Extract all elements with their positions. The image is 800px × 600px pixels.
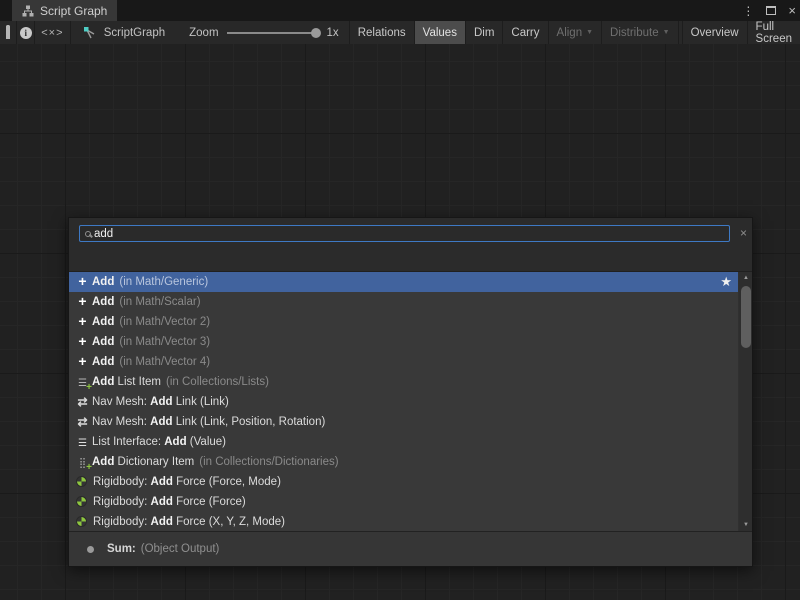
graph-breadcrumb[interactable]: ScriptGraph <box>71 21 179 44</box>
list-item[interactable]: Add(in Math/Vector 2) <box>69 312 738 332</box>
nav-mesh-icon <box>75 396 90 410</box>
window-menu-icon[interactable]: ⋮ <box>742 4 754 18</box>
script-graph-icon <box>83 26 97 39</box>
fullscreen-button[interactable]: Full Screen <box>748 21 800 44</box>
list-item[interactable]: Add Dictionary Item(in Collections/Dicti… <box>69 452 738 472</box>
nav-mesh-icon <box>75 416 90 430</box>
window-tab-bar: Script Graph ⋮ × <box>0 0 800 21</box>
favorite-star-icon[interactable]: ★ <box>720 272 732 292</box>
add-list-item-icon <box>75 378 90 390</box>
overview-button[interactable]: Overview <box>683 21 748 44</box>
zoom-control: Zoom 1x <box>179 21 349 44</box>
close-icon[interactable]: × <box>788 4 796 17</box>
values-button[interactable]: Values <box>415 21 466 44</box>
graph-hierarchy-icon <box>22 5 34 17</box>
list-item[interactable]: Add(in Math/Vector 3) <box>69 332 738 352</box>
list-item[interactable]: Add(in Math/Vector 4) <box>69 352 738 372</box>
add-icon <box>75 334 90 350</box>
info-button[interactable]: i <box>17 21 34 44</box>
list-item[interactable]: Nav Mesh: Add Link (Link) <box>69 392 738 412</box>
relations-button[interactable]: Relations <box>349 21 415 44</box>
carry-button[interactable]: Carry <box>503 21 548 44</box>
list-item[interactable]: Rigidbody: Add Force (Force, Mode) <box>69 472 738 492</box>
footer-output-name: Sum: <box>107 543 136 555</box>
chevron-down-icon: ▼ <box>586 29 593 36</box>
add-icon <box>75 274 90 290</box>
scroll-up-icon[interactable]: ▲ <box>739 272 753 284</box>
clear-search-icon[interactable]: × <box>740 227 747 239</box>
search-zone: × Search <box>69 218 752 271</box>
list-item[interactable]: List Interface: Add (Value) <box>69 432 738 452</box>
zoom-label: Zoom <box>189 27 218 39</box>
rigidbody-icon <box>76 476 87 487</box>
add-dictionary-item-icon <box>75 458 90 470</box>
list-icon <box>75 438 90 450</box>
list-item[interactable]: Rigidbody: Add Force (Force) <box>69 492 738 512</box>
zoom-slider-thumb[interactable] <box>311 28 321 38</box>
graph-toolbar: i <×> ScriptGraph Zoom 1x Relations Valu… <box>0 21 800 44</box>
distribute-button[interactable]: Distribute ▼ <box>602 21 679 44</box>
search-icon <box>85 231 91 237</box>
code-preview-button[interactable]: <×> <box>35 21 71 44</box>
zoom-slider[interactable] <box>227 32 319 34</box>
graph-name-label: ScriptGraph <box>104 27 165 39</box>
chevron-down-icon: ▼ <box>663 29 670 36</box>
lock-icon <box>6 27 10 39</box>
rigidbody-icon <box>76 516 87 527</box>
output-dot-icon <box>87 546 94 553</box>
list-item[interactable]: Rigidbody: Add Force (X, Y, Z, Mode) <box>69 512 738 531</box>
add-icon <box>75 314 90 330</box>
list-item[interactable]: Add(in Math/Scalar) <box>69 292 738 312</box>
code-icon: <×> <box>41 27 63 39</box>
maximize-icon[interactable] <box>766 6 776 15</box>
dim-button[interactable]: Dim <box>466 21 503 44</box>
info-icon: i <box>20 27 32 39</box>
search-input[interactable] <box>94 226 725 241</box>
list-item[interactable]: Nav Mesh: Add Link (Link, Position, Rota… <box>69 412 738 432</box>
rigidbody-icon <box>76 496 87 507</box>
tab-label: Script Graph <box>40 4 107 18</box>
results-list: Add(in Math/Generic) ★ Add(in Math/Scala… <box>69 271 752 531</box>
list-item[interactable]: Add List Item(in Collections/Lists) <box>69 372 738 392</box>
fuzzy-finder-popup: × Search Add(in Math/Generic) ★ Add(in M… <box>68 217 753 567</box>
scrollbar-thumb[interactable] <box>741 286 751 348</box>
finder-footer: Sum: (Object Output) <box>69 531 752 566</box>
footer-output-type: (Object Output) <box>141 543 220 555</box>
search-box[interactable] <box>79 225 730 242</box>
add-icon <box>75 294 90 310</box>
zoom-value: 1x <box>327 27 339 39</box>
align-button[interactable]: Align ▼ <box>549 21 603 44</box>
results-scrollbar[interactable]: ▲ ▼ <box>738 272 752 531</box>
scroll-down-icon[interactable]: ▼ <box>739 519 753 531</box>
add-icon <box>75 354 90 370</box>
tab-script-graph[interactable]: Script Graph <box>12 0 117 21</box>
list-item[interactable]: Add(in Math/Generic) ★ <box>69 272 738 292</box>
lock-button[interactable] <box>0 21 17 44</box>
